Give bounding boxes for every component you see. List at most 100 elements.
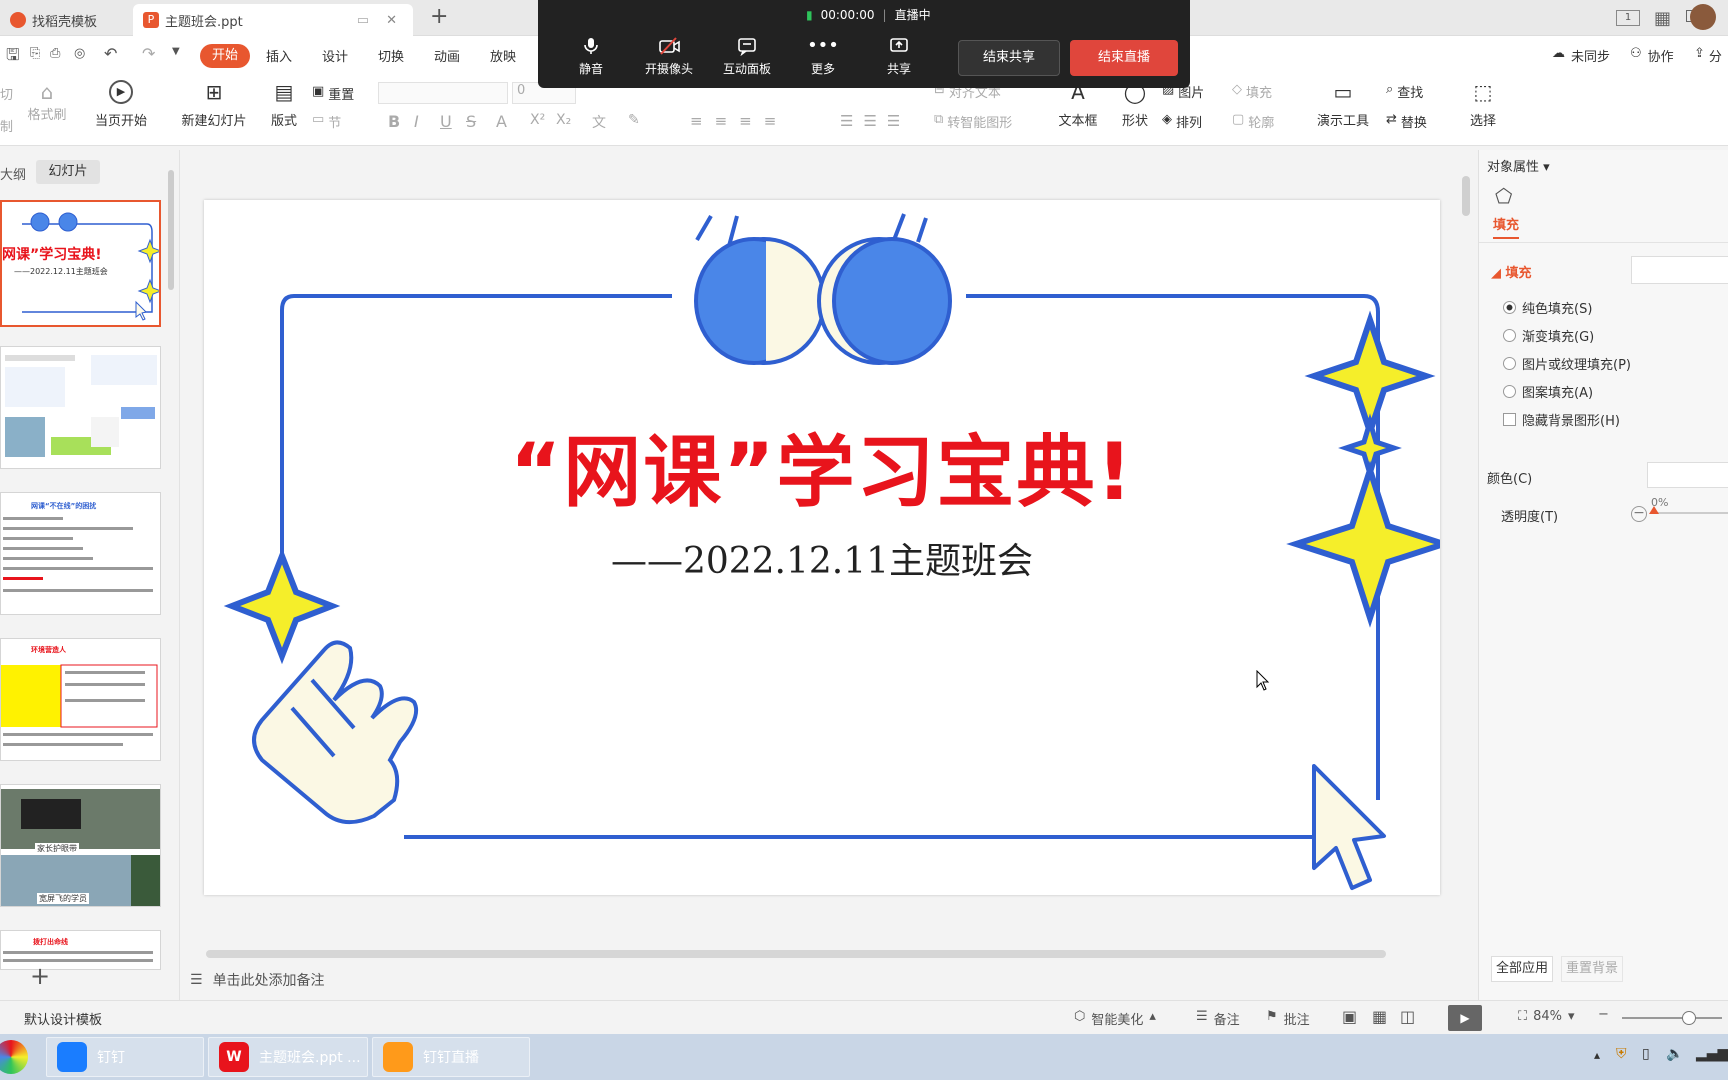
quick-access-dropdown-icon[interactable]: ▼ [172,46,180,57]
notes-toggle-button[interactable]: ☰ 备注 [1196,1009,1240,1028]
slide-thumbnail-3[interactable]: 网课“不在线”的困扰 [0,492,161,615]
new-tab-button[interactable]: + [430,4,448,29]
share-button[interactable]: ⇪ 分 [1694,46,1722,65]
h-scroll-thumb[interactable] [206,950,1386,958]
slide-thumbnail-2[interactable] [0,346,161,469]
tab-animations[interactable]: 动画 [434,46,460,65]
slider-handle[interactable] [1649,506,1659,514]
smart-beautify-button[interactable]: ⬡ 智能美化 ▴ [1074,1009,1156,1028]
play-slideshow-button[interactable]: ▶ [1448,1005,1482,1031]
export-icon[interactable]: ⎘ [30,46,40,61]
font-color-button[interactable]: A [496,112,507,131]
normal-view-icon[interactable]: ▣ [1342,1007,1357,1026]
gradient-fill-radio[interactable]: 渐变填充(G) [1503,326,1594,345]
battery-tray-icon[interactable]: ▯ [1642,1046,1650,1062]
apply-all-button[interactable]: 全部应用 [1491,956,1553,982]
print-icon[interactable]: ⎙ [50,46,60,61]
italic-button[interactable]: I [414,112,419,131]
grid-apps-icon[interactable]: ▦ [1654,8,1671,29]
design-template-label[interactable]: 默认设计模板 [24,1009,102,1028]
hide-background-checkbox[interactable]: 隐藏背景图形(H) [1503,410,1620,429]
format-painter-button[interactable]: ⌂ 格式刷 [24,80,70,123]
outline-tab[interactable]: 大纲 [0,164,26,183]
redo-icon[interactable]: ↷ [142,44,155,63]
more-button[interactable]: ••• 更多 [788,36,858,77]
security-tray-icon[interactable]: ⛨ [1616,1046,1627,1062]
tab-insert[interactable]: 插入 [266,46,292,65]
fill-button[interactable]: ◇ 填充 [1232,82,1272,101]
notes-area[interactable]: ☰ 单击此处添加备注 [190,970,325,990]
layout-button[interactable]: ▤ 版式 [264,80,304,129]
taskbar-wps-ppt[interactable]: W 主题班会.ppt ... [208,1037,368,1077]
preview-icon[interactable]: ◎ [74,46,85,61]
smart-graphic-button[interactable]: ⧉ 转智能图形 [934,112,1012,131]
end-live-button[interactable]: 结束直播 [1070,40,1178,76]
slide-thumbnail-1[interactable]: 网课”学习宝典! ——2022.12.11主题班会 [0,200,161,327]
thumbnail-scrollbar[interactable] [166,150,176,460]
presenter-tools-button[interactable]: ▭ 演示工具 [1306,80,1380,129]
transparency-slider[interactable] [1649,506,1728,514]
slide-thumbnail-5[interactable]: 家长护眼带 宽屏飞的学员 [0,784,161,907]
underline-button[interactable]: U [440,112,452,131]
reset-background-button[interactable]: 重置背景 [1561,956,1623,982]
object-properties-header[interactable]: 对象属性 ▾ [1487,156,1550,175]
tab-docer-templates[interactable]: 找稻壳模板 [0,4,128,36]
reading-view-icon[interactable]: ◫ [1400,1007,1415,1026]
pin-icon[interactable]: ▭ [357,13,369,28]
save-icon[interactable]: 🖫 [6,44,20,71]
reset-button[interactable]: ▣ 重置 [312,84,354,103]
avatar[interactable] [1690,4,1716,30]
color-picker[interactable] [1647,462,1728,488]
sync-status[interactable]: ☁ 未同步 [1552,46,1610,65]
end-share-button[interactable]: 结束共享 [958,40,1060,76]
zoom-slider-handle[interactable] [1682,1011,1696,1025]
pattern-fill-radio[interactable]: 图案填充(A) [1503,382,1593,401]
camera-button[interactable]: 开摄像头 [634,36,704,77]
zoom-out-button[interactable]: − [1598,1007,1609,1022]
arrange-button[interactable]: ◈ 排列 [1162,112,1202,131]
replace-button[interactable]: ⇄ 替换 [1386,112,1427,131]
copy-button[interactable]: 制 [0,116,13,135]
slides-tab[interactable]: 幻灯片 [36,160,100,184]
slide-title[interactable]: “网课”学习宝典! [204,410,1440,522]
section-button[interactable]: ▭ 节 [312,112,341,131]
select-button[interactable]: ⬚ 选择 [1460,80,1506,129]
tab-ppt-file[interactable]: P 主题班会.ppt ▭ ✕ [133,4,413,36]
font-family-select[interactable] [378,82,508,104]
slide-canvas[interactable]: “网课”学习宝典! ——2022.12.11主题班会 [204,200,1440,895]
share-screen-button[interactable]: 共享 [864,36,934,77]
volume-icon[interactable]: 🔈 [1666,1046,1683,1062]
show-hidden-icons[interactable]: ▴ [1594,1048,1600,1062]
solid-fill-radio[interactable]: 纯色填充(S) [1503,298,1592,317]
zoom-control[interactable]: ⛶ 84% ▾ [1518,1009,1575,1024]
phonetic-button[interactable]: 文 [592,112,606,132]
cut-button[interactable]: 切 [0,84,13,103]
mute-button[interactable]: 静音 [556,36,626,77]
slide-sorter-icon[interactable]: ▦ [1372,1007,1387,1026]
undo-icon[interactable]: ↶ [104,44,117,63]
interaction-panel-button[interactable]: 互动面板 [712,36,782,77]
canvas-vertical-scrollbar[interactable] [1458,156,1474,946]
play-from-current-button[interactable]: ▶ 当页开始 [86,80,156,129]
taskbar-dingtalk[interactable]: 钉钉 [46,1037,204,1077]
add-slide-button[interactable]: + [30,962,50,990]
transparency-decrease-button[interactable]: − [1631,506,1647,522]
network-signal-icon[interactable]: ▂▄▆ [1696,1046,1728,1062]
tab-home[interactable]: 开始 [200,44,250,68]
bold-button[interactable]: B [388,112,400,131]
highlight-button[interactable]: ✎ [628,112,640,128]
outline-button[interactable]: ▢ 轮廓 [1232,112,1274,131]
scroll-thumb[interactable] [1462,176,1470,216]
taskbar-dingtalk-live[interactable]: 钉钉直播 [372,1037,530,1077]
close-tab-icon[interactable]: ✕ [386,13,397,28]
zoom-slider[interactable] [1622,1011,1722,1025]
fill-tab[interactable]: 填充 [1493,214,1520,239]
paragraph-align-group[interactable]: ≡≡≡≡ [690,112,788,130]
comment-button[interactable]: ⚑ 批注 [1266,1009,1310,1028]
slide-subtitle[interactable]: ——2022.12.11主题班会 [204,532,1440,584]
subscript-button[interactable]: X₂ [556,112,571,128]
tab-slideshow[interactable]: 放映 [490,46,516,65]
superscript-button[interactable]: X² [530,112,545,128]
tab-design[interactable]: 设计 [322,46,348,65]
line-spacing-group[interactable]: ☰☰☰ [840,112,910,130]
